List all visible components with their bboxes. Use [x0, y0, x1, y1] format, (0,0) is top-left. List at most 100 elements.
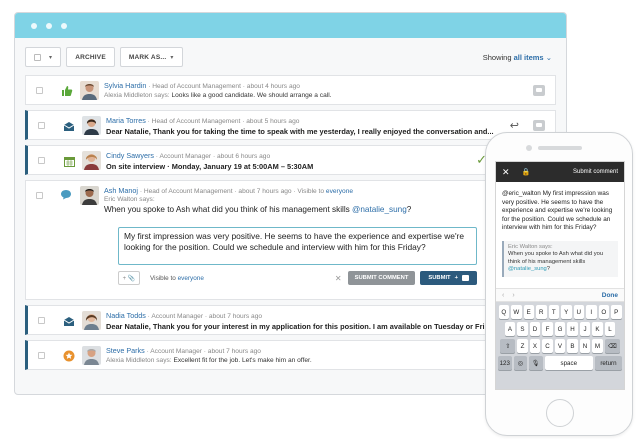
contact-name[interactable]: Steve Parks: [106, 346, 145, 355]
window-dot-icon[interactable]: [46, 22, 52, 29]
item-meta: · Account Manager · about 7 hours ago: [147, 313, 263, 320]
submit-comment-link[interactable]: Submit comment: [573, 169, 618, 175]
contact-name[interactable]: Ash Manoj: [104, 186, 138, 195]
key[interactable]: B: [567, 339, 578, 353]
list-item[interactable]: Maria Torres · Head of Account Managemen…: [25, 110, 556, 140]
numbers-key[interactable]: 123: [498, 356, 512, 370]
contact-name[interactable]: Nadia Todds: [106, 311, 146, 320]
key[interactable]: N: [579, 339, 591, 353]
close-icon[interactable]: ✕: [335, 274, 342, 283]
commenter-says: Eric Walton says:: [104, 196, 155, 203]
archive-icon[interactable]: [533, 85, 545, 96]
chevron-left-icon[interactable]: ‹: [502, 292, 504, 299]
key[interactable]: R: [536, 305, 547, 319]
key[interactable]: L: [604, 322, 616, 336]
select-all-button[interactable]: ▾: [25, 47, 62, 67]
plus-icon: +: [454, 275, 458, 281]
comment-bubble-icon: [60, 189, 72, 203]
window-dot-icon[interactable]: [31, 22, 37, 29]
close-icon[interactable]: ✕: [502, 167, 510, 178]
key[interactable]: U: [573, 305, 584, 319]
item-checkbox[interactable]: [38, 157, 45, 164]
submit-button[interactable]: SUBMIT +: [420, 271, 477, 285]
avatar: [80, 81, 99, 100]
select-all-checkbox[interactable]: [34, 53, 41, 61]
done-button[interactable]: Done: [602, 292, 618, 299]
item-checkbox[interactable]: [38, 317, 45, 324]
chevron-down-icon: ⌄: [545, 52, 552, 62]
item-checkbox[interactable]: [38, 352, 45, 359]
comment-text: Excellent fit for the job. Let's make hi…: [173, 357, 312, 364]
key[interactable]: Z: [517, 339, 528, 353]
key[interactable]: T: [548, 305, 559, 319]
phone-header: ✕ 🔒 Submit comment: [496, 162, 624, 182]
expanded-list-item[interactable]: Ash Manoj · Head of Account Management ·…: [25, 180, 556, 300]
item-preview: Alexia Middleton says: Looks like a good…: [104, 92, 332, 99]
key[interactable]: H: [567, 322, 578, 336]
backspace-icon[interactable]: ⌫: [604, 339, 620, 353]
contact-name[interactable]: Maria Torres: [106, 116, 146, 125]
list-item[interactable]: Steve Parks · Account Manager · about 7 …: [25, 340, 556, 370]
item-meta: · Head of Account Management · about 4 h…: [148, 83, 300, 90]
item-meta: · Account Manager · about 7 hours ago: [146, 348, 261, 355]
visibility-value[interactable]: everyone: [178, 275, 204, 282]
question-text: When you spoke to Ash what did you think…: [104, 205, 350, 214]
key[interactable]: S: [517, 322, 528, 336]
showing-prefix: Showing: [482, 52, 512, 62]
mention-link[interactable]: @natalie_sung: [508, 266, 547, 272]
item-preview: Dear Natalie, Thank you for taking the t…: [106, 127, 494, 136]
list-item[interactable]: Nadia Todds · Account Manager · about 7 …: [25, 305, 556, 335]
submit-comment-button[interactable]: SUBMIT COMMENT: [347, 271, 416, 285]
envelope-icon: [62, 314, 76, 328]
list-item[interactable]: Cindy Sawyers · Account Manager · about …: [25, 145, 556, 175]
showing-value[interactable]: all items: [514, 53, 544, 62]
chevron-right-icon[interactable]: ›: [512, 292, 514, 299]
reply-icon[interactable]: ↩: [510, 119, 519, 132]
mark-as-button[interactable]: MARK AS... ▾: [119, 47, 183, 67]
key[interactable]: G: [554, 322, 566, 336]
key[interactable]: X: [529, 339, 541, 353]
contact-name[interactable]: Cindy Sawyers: [106, 151, 154, 160]
mention-link[interactable]: @natalie_sung: [352, 205, 407, 214]
microphone-icon[interactable]: 🎙: [529, 356, 543, 370]
keyboard-toolbar: ‹ › Done: [496, 288, 624, 302]
attachment-icon[interactable]: + 📎: [118, 271, 140, 285]
item-checkbox[interactable]: [36, 87, 43, 94]
key[interactable]: O: [598, 305, 609, 319]
return-key[interactable]: return: [594, 356, 622, 370]
thumbs-up-icon: [60, 84, 74, 98]
key[interactable]: D: [529, 322, 541, 336]
key[interactable]: K: [592, 322, 603, 336]
avatar: [82, 346, 101, 365]
key[interactable]: V: [554, 339, 566, 353]
key[interactable]: W: [511, 305, 522, 319]
avatar: [82, 151, 101, 170]
list-item[interactable]: Sylvia Hardin · Head of Account Manageme…: [25, 75, 556, 105]
visibility-selector[interactable]: Visible to everyone: [150, 275, 204, 282]
key[interactable]: F: [542, 322, 553, 336]
key[interactable]: C: [542, 339, 553, 353]
key[interactable]: J: [579, 322, 591, 336]
home-button[interactable]: [546, 399, 574, 427]
key[interactable]: M: [592, 339, 603, 353]
phone-message[interactable]: @eric_walton My first impression was ver…: [496, 182, 624, 237]
window-dot-icon[interactable]: [61, 22, 67, 29]
key[interactable]: E: [523, 305, 534, 319]
contact-name[interactable]: Sylvia Hardin: [104, 81, 146, 90]
item-checkbox[interactable]: [36, 192, 43, 199]
item-checkbox[interactable]: [38, 122, 45, 129]
reply-textarea[interactable]: My first impression was very positive. H…: [118, 227, 477, 265]
shift-icon[interactable]: ⇧: [500, 339, 516, 353]
key[interactable]: I: [586, 305, 597, 319]
showing-filter[interactable]: Showing all items ⌄: [483, 53, 552, 62]
archive-icon[interactable]: [533, 120, 545, 131]
archive-button[interactable]: ARCHIVE: [66, 47, 115, 67]
space-key[interactable]: space: [544, 356, 593, 370]
globe-icon[interactable]: ◎: [513, 356, 528, 370]
visibility-link[interactable]: everyone: [326, 188, 353, 195]
key[interactable]: A: [504, 322, 516, 336]
keyboard-row: ⇧ Z X C V B N M ⌫: [498, 339, 622, 353]
key[interactable]: Y: [561, 305, 572, 319]
key[interactable]: Q: [498, 305, 509, 319]
key[interactable]: P: [611, 305, 622, 319]
